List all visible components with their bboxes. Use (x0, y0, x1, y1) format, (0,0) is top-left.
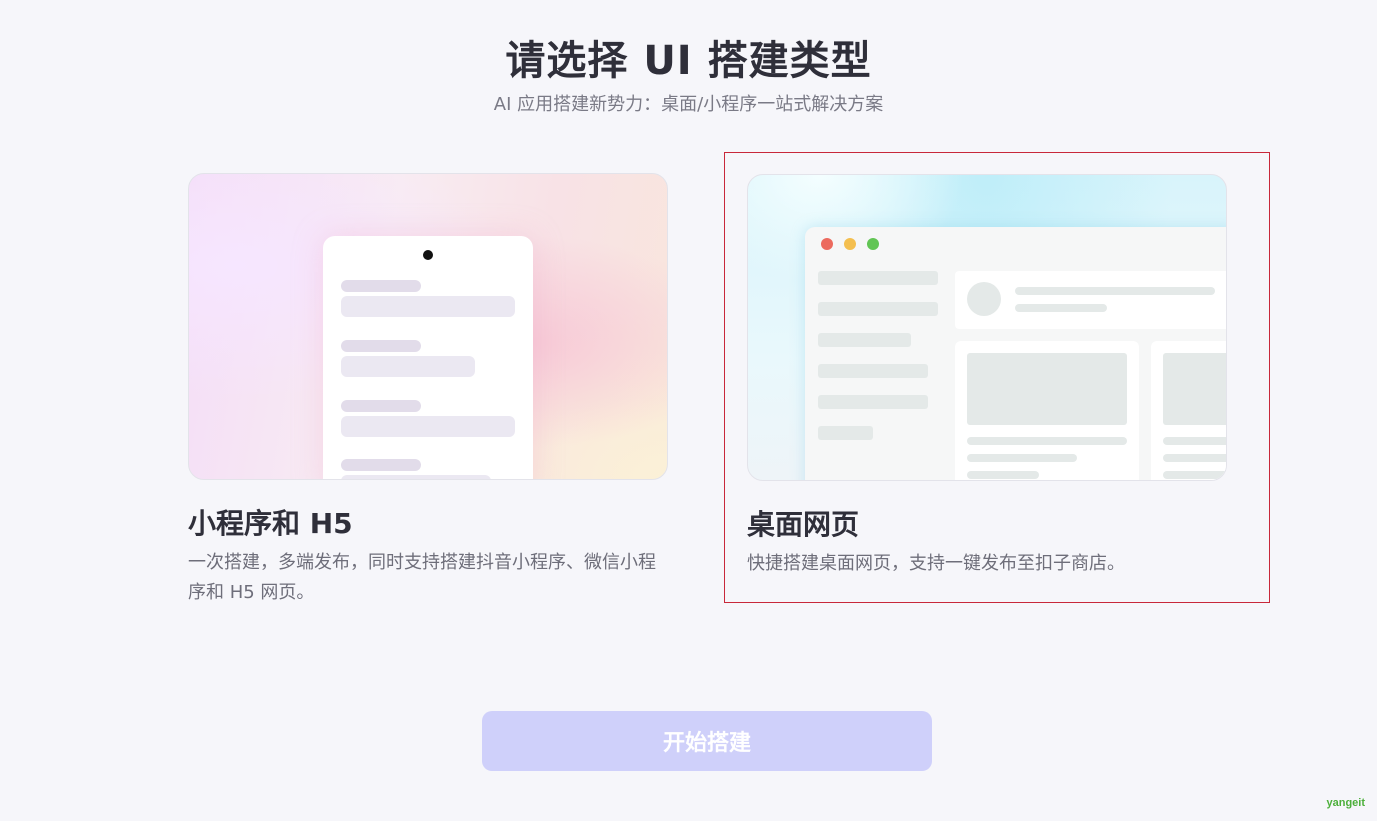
image-placeholder (1163, 353, 1226, 425)
page-title: 请选择 UI 搭建类型 (505, 38, 872, 84)
sidebar-placeholder (818, 426, 873, 440)
minimize-dot-icon (844, 238, 856, 250)
placeholder-line (1015, 287, 1215, 295)
placeholder-line (1163, 471, 1226, 479)
placeholder-block (341, 296, 515, 317)
phone-mockup (323, 236, 533, 479)
placeholder-line (1015, 304, 1107, 312)
placeholder-line (341, 340, 421, 352)
placeholder-line (341, 280, 421, 292)
option-card-miniprogram-h5[interactable]: 小程序和 H5 一次搭建，多端发布，同时支持搭建抖音小程序、微信小程序和 H5 … (166, 152, 712, 603)
sidebar-placeholder (818, 271, 938, 285)
placeholder-line (341, 459, 421, 471)
placeholder-block (341, 416, 515, 437)
placeholder-line (967, 437, 1127, 445)
sidebar-placeholder (818, 364, 928, 378)
option-card-desktop-web[interactable]: 桌面网页 快捷搭建桌面网页，支持一键发布至扣子商店。 (724, 152, 1270, 603)
browser-window-mockup (805, 227, 1226, 480)
page-subtitle: AI 应用搭建新势力：桌面/小程序一站式解决方案 (493, 94, 884, 115)
placeholder-line (1163, 454, 1226, 462)
phone-camera-dot (423, 250, 433, 260)
miniprogram-preview-illustration (188, 173, 668, 480)
placeholder-block (341, 475, 491, 479)
image-placeholder (967, 353, 1127, 425)
profile-header-placeholder (955, 271, 1226, 329)
placeholder-line (341, 400, 421, 412)
content-card-placeholder (955, 341, 1139, 480)
placeholder-line (1163, 437, 1226, 445)
placeholder-line (967, 471, 1039, 479)
close-dot-icon (821, 238, 833, 250)
content-card-placeholder (1151, 341, 1226, 480)
avatar-placeholder (967, 282, 1001, 316)
sidebar-placeholder (818, 333, 911, 347)
sidebar-placeholder (818, 302, 938, 316)
sidebar-placeholder (818, 395, 928, 409)
card-title: 桌面网页 (747, 508, 860, 541)
card-description: 一次搭建，多端发布，同时支持搭建抖音小程序、微信小程序和 H5 网页。 (188, 552, 656, 603)
watermark-logo: yangeit (1326, 797, 1365, 809)
placeholder-line (967, 454, 1077, 462)
start-build-button[interactable]: 开始搭建 (482, 711, 932, 771)
card-title: 小程序和 H5 (188, 507, 353, 540)
placeholder-block (341, 356, 475, 377)
desktop-preview-illustration (747, 174, 1227, 481)
page: 请选择 UI 搭建类型 AI 应用搭建新势力：桌面/小程序一站式解决方案 小程序… (0, 0, 1377, 821)
maximize-dot-icon (867, 238, 879, 250)
card-description: 快捷搭建桌面网页，支持一键发布至扣子商店。 (747, 553, 1125, 574)
